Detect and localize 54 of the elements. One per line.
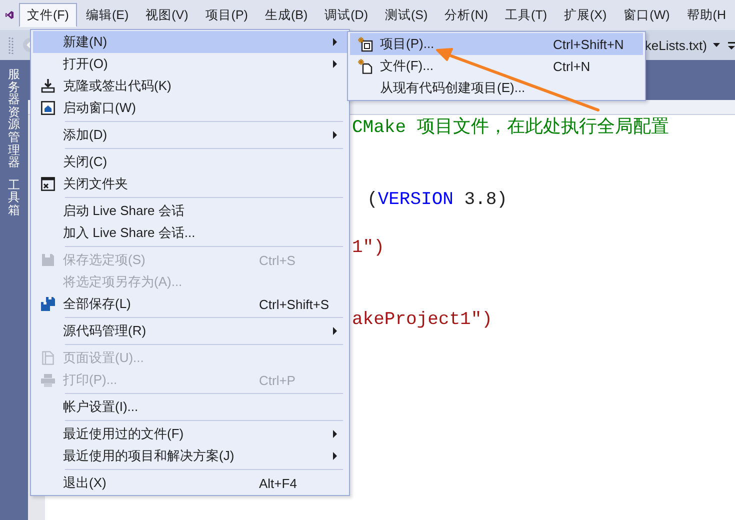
menu-item[interactable]: 退出(X) Alt+F4	[33, 472, 347, 494]
menu-item[interactable]: 关闭(C)	[33, 151, 347, 173]
menu-item[interactable]: 打开(O)	[33, 53, 347, 75]
menu-item[interactable]: 帐户设置(I)...	[33, 396, 347, 418]
menu-item[interactable]: 启动窗口(W)	[33, 97, 347, 119]
menu-bar-item[interactable]: 文件(F)	[18, 3, 77, 27]
code-line: 1")	[352, 237, 386, 260]
save-all-icon	[41, 297, 55, 311]
submenu-arrow-icon	[333, 131, 337, 139]
save-icon	[41, 253, 55, 267]
caret-icon[interactable]	[713, 43, 720, 47]
menu-item[interactable]: 添加(D)	[33, 124, 347, 146]
menu-item[interactable]: 全部保存(L) Ctrl+Shift+S	[33, 293, 347, 315]
new-file-icon	[358, 58, 372, 74]
menu-item[interactable]: 源代码管理(R)	[33, 320, 347, 342]
menu-item[interactable]: 项目(P)... Ctrl+Shift+N	[350, 33, 643, 55]
submenu-arrow-icon	[333, 38, 337, 46]
menu-item[interactable]: 克隆或签出代码(K)	[33, 75, 347, 97]
menu-bar-item[interactable]: 窗口(W)	[616, 3, 678, 27]
menu-bar-item[interactable]: 分析(N)	[436, 3, 496, 27]
menu-bar-item[interactable]: 调试(D)	[316, 3, 376, 27]
overflow-icon[interactable]	[728, 40, 735, 50]
menu-bar-item[interactable]: 测试(S)	[377, 3, 436, 27]
menu-bar-item[interactable]: 扩展(X)	[556, 3, 615, 27]
menu-item[interactable]: 最近使用的项目和解决方案(J)	[33, 445, 347, 467]
code-line: CMake 项目文件，在此处执行全局配置	[352, 116, 669, 140]
printer-icon	[41, 374, 55, 386]
menu-bar-item[interactable]: 工具(T)	[497, 3, 555, 27]
menu-bar-item[interactable]: 视图(V)	[138, 3, 196, 27]
code-line: (VERSION 3.8)	[366, 189, 508, 212]
side-panel-tab[interactable]: 服务器资源管理器	[8, 68, 20, 169]
menu-item[interactable]: 新建(N)	[33, 31, 347, 53]
menu-item[interactable]: 关闭文件夹	[33, 173, 347, 195]
submenu-arrow-icon	[333, 430, 337, 438]
menu-item[interactable]: 加入 Live Share 会话...	[33, 222, 347, 244]
download-icon	[41, 79, 55, 93]
menu-item[interactable]: 最近使用过的文件(F)	[33, 423, 347, 445]
menu-item[interactable]: 从现有代码创建项目(E)...	[350, 77, 643, 99]
menu-bar-item[interactable]: 项目(P)	[197, 3, 256, 27]
code-line: akeProject1")	[352, 309, 494, 332]
menu-bar-item[interactable]: 编辑(E)	[78, 3, 137, 27]
document-dropdown[interactable]: keLists.txt)	[644, 38, 707, 52]
submenu-arrow-icon	[333, 327, 337, 335]
menu-item[interactable]: 启动 Live Share 会话	[33, 200, 347, 222]
close-window-icon	[41, 177, 55, 191]
side-panel-tab[interactable]: 工具箱	[8, 178, 20, 217]
menu-bar-item[interactable]: 生成(B)	[256, 3, 316, 27]
submenu-arrow-icon	[333, 452, 337, 460]
grip-icon[interactable]	[8, 36, 14, 54]
menu-item[interactable]: 文件(F)... Ctrl+N	[350, 55, 643, 77]
submenu-arrow-icon	[333, 60, 337, 68]
menu-bar-item[interactable]: 帮助(H	[678, 3, 734, 27]
page-icon	[42, 351, 54, 365]
home-window-icon	[41, 101, 55, 115]
